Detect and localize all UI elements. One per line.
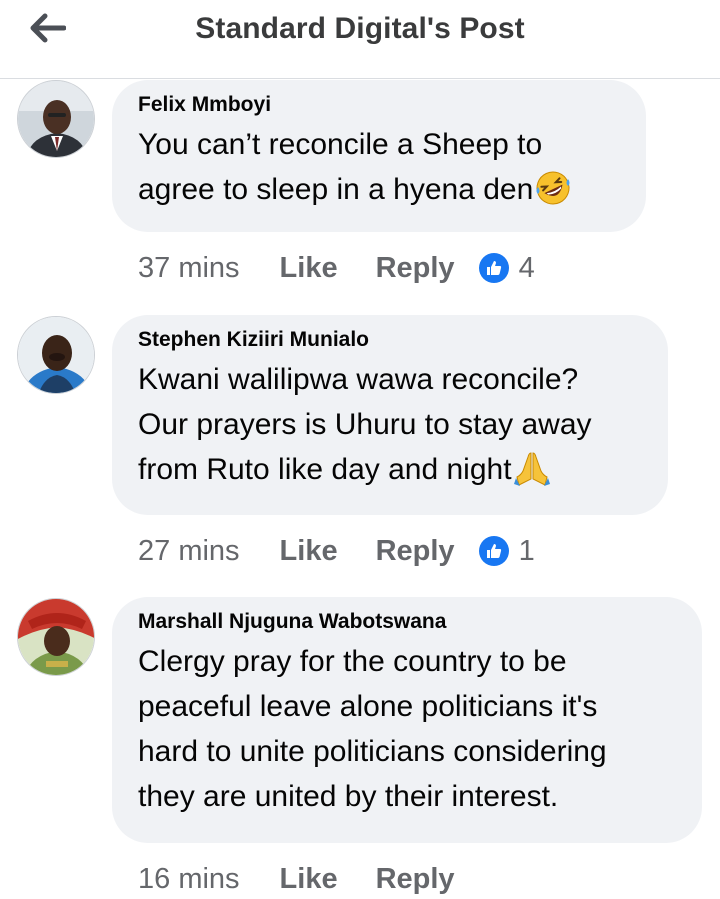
comment-line: agree to sleep in a hyena den [138,173,534,206]
comment-text: Clergy pray for the country to be peacef… [138,639,676,819]
like-button[interactable]: Like [280,252,338,285]
comment-time[interactable]: 37 mins [138,252,240,285]
comment-time[interactable]: 27 mins [138,535,240,568]
avatar[interactable] [17,598,95,676]
avatar[interactable] [17,80,95,158]
comment-time[interactable]: 16 mins [138,863,240,896]
comment-author[interactable]: Felix Mmboyi [138,92,620,118]
page-title: Standard Digital's Post [195,12,525,45]
comment-line: hard to unite politicians considering [138,735,607,768]
thumbs-up-icon [478,536,509,566]
reply-button[interactable]: Reply [376,863,455,896]
comment-actions: 27 mins Like Reply 1 [138,531,535,571]
top-bar: Standard Digital's Post [0,0,720,79]
comment-actions: 16 mins Like Reply [138,859,493,899]
reply-button[interactable]: Reply [376,535,455,568]
folded-hands-icon [513,449,551,494]
like-button[interactable]: Like [280,535,338,568]
reaction-count: 4 [518,251,535,284]
comment-author[interactable]: Stephen Kiziiri Munialo [138,327,642,353]
comment-line: You can’t reconcile a Sheep to [138,128,543,161]
comment-line: they are united by their interest. [138,780,559,813]
avatar[interactable] [17,316,95,394]
reply-button[interactable]: Reply [376,252,455,285]
rolling-on-floor-laughing-icon [534,169,572,214]
comment-text: Kwani walilipwa wawa reconcile? Our pray… [138,357,642,494]
comment-bubble: Marshall Njuguna Wabotswana Clergy pray … [112,597,702,843]
reaction-summary[interactable]: 1 [478,534,535,568]
comment-actions: 37 mins Like Reply 4 [138,248,535,288]
thumbs-up-icon [478,253,509,283]
comment-line: Our prayers is Uhuru to stay away [138,408,592,441]
comment-text: You can’t reconcile a Sheep to agree to … [138,122,620,214]
comment-line: Clergy pray for the country to be [138,645,567,678]
comment-bubble: Felix Mmboyi You can’t reconcile a Sheep… [112,80,646,232]
comment-line: from Ruto like day and night [138,453,512,486]
reaction-count: 1 [518,534,535,567]
comment-line: Kwani walilipwa wawa reconcile? [138,363,579,396]
comment-author[interactable]: Marshall Njuguna Wabotswana [138,609,676,635]
reaction-summary[interactable]: 4 [478,251,535,285]
like-button[interactable]: Like [280,863,338,896]
comment-line: peaceful leave alone politicians it's [138,690,598,723]
comment-bubble: Stephen Kiziiri Munialo Kwani walilipwa … [112,315,668,515]
